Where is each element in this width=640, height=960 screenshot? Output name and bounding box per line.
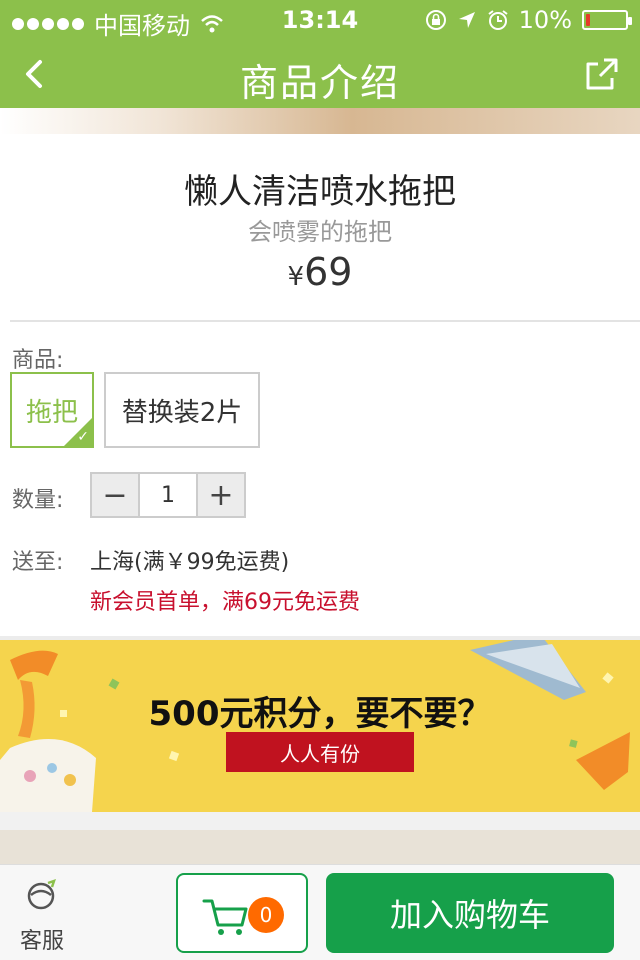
battery-icon	[582, 10, 632, 30]
bottom-bar: 客服 0 加入购物车	[0, 864, 640, 960]
nav-bar: 商品介绍	[0, 40, 640, 108]
product-info: 懒人清洁喷水拖把 会喷雾的拖把 ¥69	[0, 134, 640, 320]
plus-icon[interactable]: +	[198, 474, 244, 516]
product-title: 懒人清洁喷水拖把	[184, 172, 456, 212]
shipping-promo: 新会员首单，满69元免运费	[90, 590, 360, 615]
product-subtitle: 会喷雾的拖把	[248, 218, 392, 246]
price-value: 69	[304, 250, 353, 294]
shipping-label: 送至:	[12, 550, 64, 575]
customer-service-icon	[27, 879, 56, 910]
customer-service-label: 客服	[19, 929, 64, 954]
quantity-stepper: − 1 +	[90, 472, 246, 518]
battery-percent: 10%	[518, 6, 572, 34]
add-to-cart-button[interactable]: 加入购物车	[326, 873, 614, 953]
customer-service-button[interactable]: 客服	[0, 865, 84, 960]
section-gap	[0, 812, 640, 830]
status-indicators: 10%	[425, 6, 632, 34]
divider	[10, 320, 640, 322]
status-bar: 中国移动 13:14 10%	[0, 0, 640, 40]
battery-level	[586, 14, 590, 26]
quantity-label: 数量:	[12, 488, 64, 513]
option-refill[interactable]: 替换装2片	[104, 372, 260, 448]
check-icon: ✓	[77, 429, 89, 445]
share-icon[interactable]	[582, 54, 622, 94]
product-option-label: 商品:	[12, 348, 64, 373]
content-preview	[0, 830, 640, 864]
page-title: 商品介绍	[239, 61, 400, 105]
minus-icon[interactable]: −	[92, 474, 138, 516]
option-label: 替换装2片	[121, 397, 243, 428]
location-icon	[458, 12, 475, 28]
lock-rotation-icon	[425, 10, 446, 30]
promo-tag: 人人有份	[226, 732, 414, 772]
quantity-value[interactable]: 1	[138, 474, 198, 516]
promo-title: 500元积分，要不要？	[148, 694, 492, 734]
shopping-cart-icon	[202, 899, 248, 935]
currency-symbol: ¥	[287, 262, 305, 292]
product-price: ¥69	[0, 250, 640, 294]
cart-button[interactable]: 0	[176, 873, 308, 953]
option-mop[interactable]: 拖把 ✓	[10, 372, 94, 448]
shipping-destination[interactable]: 上海(满￥99免运费)	[90, 544, 289, 576]
promo-banner[interactable]: 500元积分，要不要？ 人人有份	[0, 640, 640, 812]
alarm-icon	[488, 10, 508, 30]
cart-count-badge: 0	[248, 897, 284, 933]
product-image-strip	[0, 108, 640, 134]
